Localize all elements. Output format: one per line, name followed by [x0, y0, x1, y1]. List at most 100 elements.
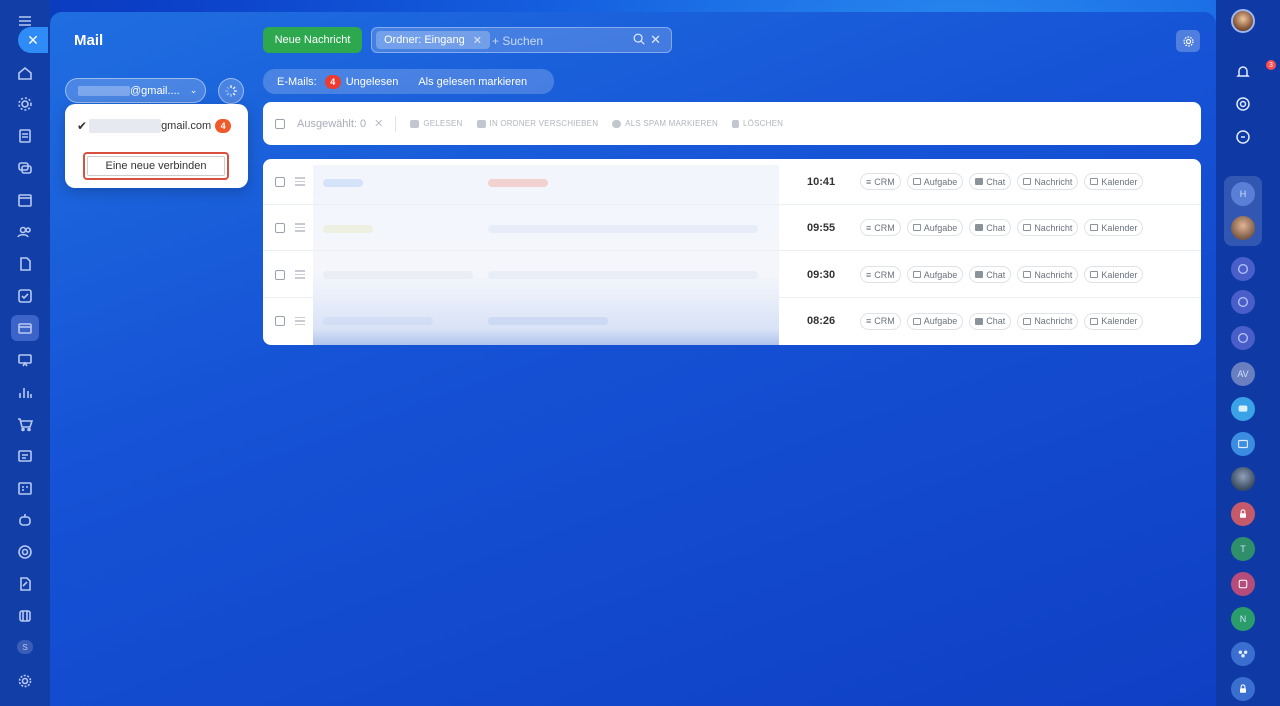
calendar-label: Kalender [1101, 176, 1138, 187]
group-chat-icon[interactable] [1231, 326, 1255, 350]
cart-icon[interactable] [14, 413, 36, 435]
group-chat-icon[interactable] [1231, 290, 1255, 314]
mail-row[interactable]: 10:41 ≡ CRM Aufgabe Chat Nachricht Kalend… [263, 159, 1201, 205]
drag-handle-icon[interactable] [295, 177, 305, 186]
home-icon[interactable] [14, 62, 36, 84]
account-option[interactable]: ✔ gmail.com 4 [77, 119, 237, 133]
task-button[interactable]: Aufgabe [906, 219, 964, 236]
search-bar[interactable]: Ordner: Eingang ✕ + Suchen ✕ [371, 27, 672, 53]
chat-button[interactable]: Chat [969, 219, 1012, 236]
mail-row[interactable]: 09:30 ≡ CRM Aufgabe Chat Nachricht Kalend… [263, 252, 1201, 298]
chat-icon[interactable] [14, 157, 36, 179]
avatar-photo[interactable] [1231, 216, 1255, 240]
new-message-button[interactable]: Neue Nachricht [263, 27, 362, 53]
calendar-icon[interactable] [14, 189, 36, 211]
gear-outline-icon[interactable] [14, 93, 36, 115]
contact-card-icon[interactable] [1231, 432, 1255, 456]
avatar-photo-2[interactable] [1231, 467, 1255, 491]
connect-new-mailbox-button[interactable]: Eine neue verbinden [87, 156, 225, 176]
drag-handle-icon[interactable] [295, 270, 305, 279]
robot-icon[interactable] [14, 509, 36, 531]
row-checkbox[interactable] [275, 176, 285, 187]
target-icon[interactable] [14, 541, 36, 563]
edit-doc-icon[interactable] [14, 573, 36, 595]
crm-button[interactable]: ≡ CRM [860, 312, 901, 330]
analytics-icon[interactable] [14, 381, 36, 403]
avatar-t[interactable]: T [1231, 537, 1255, 561]
s-badge[interactable]: S [17, 640, 33, 654]
row-checkbox[interactable] [275, 269, 285, 280]
contacts-icon[interactable] [14, 221, 36, 243]
tasks-icon[interactable] [14, 285, 36, 307]
delete-action[interactable]: LÖSCHEN [732, 119, 783, 128]
avatar-h[interactable]: H [1231, 182, 1255, 206]
calendar-button[interactable]: Kalender [1084, 219, 1144, 236]
settings-button[interactable] [1176, 30, 1200, 52]
chat-button[interactable]: Chat [969, 173, 1012, 190]
chat-icon [975, 271, 984, 278]
crm-label: CRM [874, 269, 895, 280]
message-label: Nachricht [1034, 176, 1073, 187]
select-all-checkbox[interactable] [275, 118, 285, 129]
task-button[interactable]: Aufgabe [906, 266, 964, 283]
mark-read-action[interactable]: GELESEN [410, 119, 462, 128]
mail-icon[interactable] [11, 315, 39, 341]
id-card-icon[interactable] [14, 445, 36, 467]
crm-label: CRM [874, 222, 895, 233]
crm-button[interactable]: ≡ CRM [860, 266, 901, 283]
lock-icon[interactable] [1231, 502, 1255, 526]
close-icon[interactable]: ✕ [18, 27, 48, 53]
chat-bubble-icon[interactable] [1231, 397, 1255, 421]
target-circle-icon[interactable] [1231, 92, 1255, 116]
presentation-icon[interactable] [14, 349, 36, 371]
crm-button[interactable]: ≡ CRM [860, 219, 901, 236]
mark-as-read-button[interactable]: Als gelesen markieren [418, 76, 527, 88]
task-button[interactable]: Aufgabe [906, 312, 964, 330]
mail-row[interactable]: 08:26 ≡ CRM Aufgabe Chat Nachricht Kalend… [263, 298, 1201, 344]
drag-handle-icon[interactable] [295, 223, 305, 232]
remove-filter-icon[interactable]: ✕ [473, 34, 482, 47]
folder-filter-chip[interactable]: Ordner: Eingang ✕ [376, 31, 490, 49]
row-checkbox[interactable] [275, 316, 285, 326]
drag-handle-icon[interactable] [295, 316, 305, 326]
message-button[interactable]: Nachricht [1017, 219, 1079, 236]
schedule-icon[interactable] [14, 477, 36, 499]
team-icon[interactable] [1231, 642, 1255, 666]
move-to-folder-action[interactable]: IN ORDNER VERSCHIEBEN [476, 119, 599, 128]
chat-button[interactable]: Chat [969, 266, 1012, 283]
clear-selection-icon[interactable]: ✕ [374, 117, 383, 130]
user-avatar[interactable] [1231, 9, 1255, 33]
settings-icon[interactable] [14, 670, 36, 692]
calendar-button[interactable]: Kalender [1084, 312, 1144, 330]
file-icon[interactable] [14, 253, 36, 275]
clear-search-icon[interactable]: ✕ [650, 32, 661, 49]
mail-row[interactable]: 09:55 ≡ CRM Aufgabe Chat Nachricht Kalend… [263, 205, 1201, 251]
message-icon [1023, 224, 1032, 231]
search-icon[interactable] [632, 32, 646, 49]
message-button[interactable]: Nachricht [1017, 312, 1079, 330]
lock-icon[interactable] [1231, 677, 1255, 701]
unread-filter[interactable]: Ungelesen [346, 76, 399, 88]
search-input[interactable]: + Suchen [492, 34, 543, 48]
row-checkbox[interactable] [275, 222, 285, 233]
document-icon[interactable] [14, 125, 36, 147]
crm-button[interactable]: ≡ CRM [860, 173, 901, 190]
group-chat-icon[interactable] [1231, 257, 1255, 281]
box-icon[interactable] [14, 605, 36, 627]
sync-button[interactable] [218, 78, 244, 104]
task-button[interactable]: Aufgabe [906, 173, 964, 190]
mark-spam-action[interactable]: ALS SPAM MARKIEREN [612, 119, 718, 128]
calendar-icon [1090, 317, 1099, 325]
calendar-button[interactable]: Kalender [1084, 266, 1144, 283]
chat-button[interactable]: Chat [969, 312, 1012, 330]
avatar-n[interactable]: N [1231, 607, 1255, 631]
bell-icon[interactable] [1231, 60, 1255, 84]
avatar-av[interactable]: AV [1231, 362, 1255, 386]
account-selector[interactable]: @gmail.... ⌄ [65, 78, 206, 103]
row-actions: ≡ CRM Aufgabe Chat Nachricht Kalender [860, 312, 1144, 330]
task-icon[interactable] [1231, 572, 1255, 596]
message-button[interactable]: Nachricht [1017, 173, 1079, 190]
message-button[interactable]: Nachricht [1017, 266, 1079, 283]
search-chat-icon[interactable] [1231, 125, 1255, 149]
calendar-button[interactable]: Kalender [1084, 173, 1144, 190]
